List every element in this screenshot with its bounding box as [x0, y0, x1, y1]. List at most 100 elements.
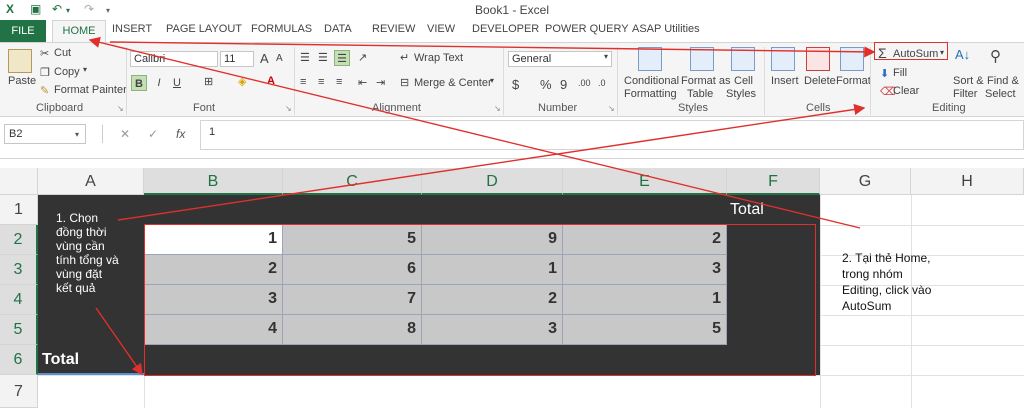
delete-cells-icon[interactable]	[806, 47, 830, 71]
row-header-7[interactable]: 7	[0, 375, 38, 408]
tab-review[interactable]: REVIEW	[372, 23, 415, 35]
align-center-icon[interactable]: ≡	[318, 76, 324, 88]
percent-button[interactable]: %	[540, 77, 552, 92]
fill-button[interactable]: Fill	[893, 67, 907, 79]
alignment-launcher-icon[interactable]: ↘	[494, 104, 501, 113]
conditional-formatting-sublabel[interactable]: Formatting	[624, 88, 677, 100]
tab-insert[interactable]: INSERT	[112, 23, 152, 35]
column-header-b[interactable]: B	[144, 168, 283, 195]
column-header-h[interactable]: H	[911, 168, 1024, 195]
increase-decimal-button[interactable]: .00	[578, 78, 591, 88]
format-cells-icon[interactable]	[840, 47, 864, 71]
borders-icon[interactable]: ⊞	[204, 75, 213, 88]
sort-filter-sublabel[interactable]: Filter	[953, 88, 977, 100]
column-header-f[interactable]: F	[727, 168, 820, 195]
number-format-dropdown-icon[interactable]: ▾	[604, 52, 608, 61]
sort-filter-icon[interactable]: A↓	[955, 47, 970, 62]
decrease-decimal-button[interactable]: .0	[598, 78, 606, 88]
font-launcher-icon[interactable]: ↘	[285, 104, 292, 113]
paste-icon[interactable]	[8, 49, 32, 73]
cell-styles-icon[interactable]	[731, 47, 755, 71]
row-header-2[interactable]: 2	[0, 225, 38, 255]
comma-style-button[interactable]: 9	[560, 77, 567, 92]
underline-button[interactable]: U	[169, 75, 185, 91]
column-header-g[interactable]: G	[820, 168, 911, 195]
number-launcher-icon[interactable]: ↘	[608, 104, 615, 113]
find-select-icon[interactable]: ⚲	[990, 47, 1001, 65]
row-header-5[interactable]: 5	[0, 315, 38, 345]
font-size-select[interactable]: 11	[220, 51, 254, 67]
delete-cells-button[interactable]: Delete	[804, 75, 836, 87]
font-color-icon[interactable]: A	[267, 75, 275, 87]
insert-cells-button[interactable]: Insert	[771, 75, 799, 87]
align-middle-icon[interactable]: ☰	[318, 51, 328, 64]
column-header-c[interactable]: C	[283, 168, 422, 195]
merge-icon[interactable]: ⊟	[400, 76, 409, 89]
font-name-select[interactable]: Calibri	[130, 51, 218, 67]
find-select-sublabel[interactable]: Select	[985, 88, 1016, 100]
format-as-table-icon[interactable]	[690, 47, 714, 71]
sort-filter-label[interactable]: Sort &	[953, 75, 984, 87]
name-box-dropdown-icon[interactable]: ▾	[75, 130, 79, 139]
cut-button[interactable]: Cut	[54, 47, 71, 59]
increase-indent-icon[interactable]: ⇥	[376, 76, 385, 89]
tab-asap-utilities[interactable]: ASAP Utilities	[632, 23, 700, 35]
find-select-label[interactable]: Find &	[987, 75, 1019, 87]
paste-button[interactable]: Paste	[8, 75, 36, 87]
tab-page-layout[interactable]: PAGE LAYOUT	[166, 23, 242, 35]
tab-file[interactable]: FILE	[0, 20, 46, 42]
copy-icon[interactable]: ❐	[40, 66, 50, 79]
copy-dropdown-icon[interactable]: ▾	[83, 65, 87, 74]
conditional-formatting-label[interactable]: Conditional	[624, 75, 679, 87]
merge-center-button[interactable]: Merge & Center	[414, 77, 492, 89]
row-header-3[interactable]: 3	[0, 255, 38, 285]
clear-button[interactable]: Clear	[893, 85, 919, 97]
formula-input[interactable]: 1	[200, 120, 1024, 150]
clipboard-launcher-icon[interactable]: ↘	[117, 104, 124, 113]
tab-home[interactable]: HOME	[52, 20, 106, 43]
fill-color-icon[interactable]: ◈	[238, 75, 246, 88]
insert-function-button[interactable]: fx	[176, 127, 185, 141]
tab-data[interactable]: DATA	[324, 23, 352, 35]
row-header-4[interactable]: 4	[0, 285, 38, 315]
row-header-1[interactable]: 1	[0, 195, 38, 225]
tab-formulas[interactable]: FORMULAS	[251, 23, 312, 35]
column-header-d[interactable]: D	[422, 168, 563, 195]
decrease-indent-icon[interactable]: ⇤	[358, 76, 367, 89]
number-format-select[interactable]: General	[508, 51, 612, 67]
align-bottom-icon[interactable]: ☰	[334, 50, 350, 66]
conditional-formatting-icon[interactable]	[638, 47, 662, 71]
format-cells-button[interactable]: Format	[836, 75, 871, 87]
cell-styles-sublabel[interactable]: Styles	[726, 88, 756, 100]
cut-icon[interactable]: ✂	[40, 47, 49, 60]
italic-button[interactable]: I	[151, 75, 167, 91]
format-painter-button[interactable]: Format Painter	[54, 84, 127, 96]
fill-icon[interactable]: ⬇	[880, 67, 889, 80]
orientation-icon[interactable]: ↗	[358, 51, 367, 64]
grow-font-button[interactable]: A	[260, 51, 269, 66]
row-header-6[interactable]: 6	[0, 345, 38, 375]
shrink-font-button[interactable]: A	[276, 53, 283, 64]
cell-styles-label[interactable]: Cell	[734, 75, 753, 87]
column-header-e[interactable]: E	[563, 168, 727, 195]
tab-developer[interactable]: DEVELOPER	[472, 23, 539, 35]
format-as-table-sublabel[interactable]: Table	[687, 88, 713, 100]
align-left-icon[interactable]: ≡	[300, 76, 306, 88]
align-top-icon[interactable]: ☰	[300, 51, 310, 64]
cancel-icon[interactable]: ✕	[120, 127, 130, 141]
tab-power-query[interactable]: POWER QUERY	[545, 23, 629, 35]
wrap-text-icon[interactable]: ↵	[400, 51, 409, 64]
insert-cells-icon[interactable]	[771, 47, 795, 71]
bold-button[interactable]: B	[131, 75, 147, 91]
currency-button[interactable]: $	[512, 77, 519, 92]
tab-view[interactable]: VIEW	[427, 23, 455, 35]
wrap-text-button[interactable]: Wrap Text	[414, 52, 463, 64]
select-all-corner[interactable]	[0, 168, 38, 195]
format-painter-icon[interactable]: ✎	[40, 84, 49, 97]
column-header-a[interactable]: A	[38, 168, 144, 195]
copy-button[interactable]: Copy	[54, 66, 80, 78]
align-right-icon[interactable]: ≡	[336, 76, 342, 88]
name-box[interactable]: B2	[4, 124, 86, 144]
format-as-table-label[interactable]: Format as	[681, 75, 731, 87]
enter-icon[interactable]: ✓	[148, 127, 158, 141]
